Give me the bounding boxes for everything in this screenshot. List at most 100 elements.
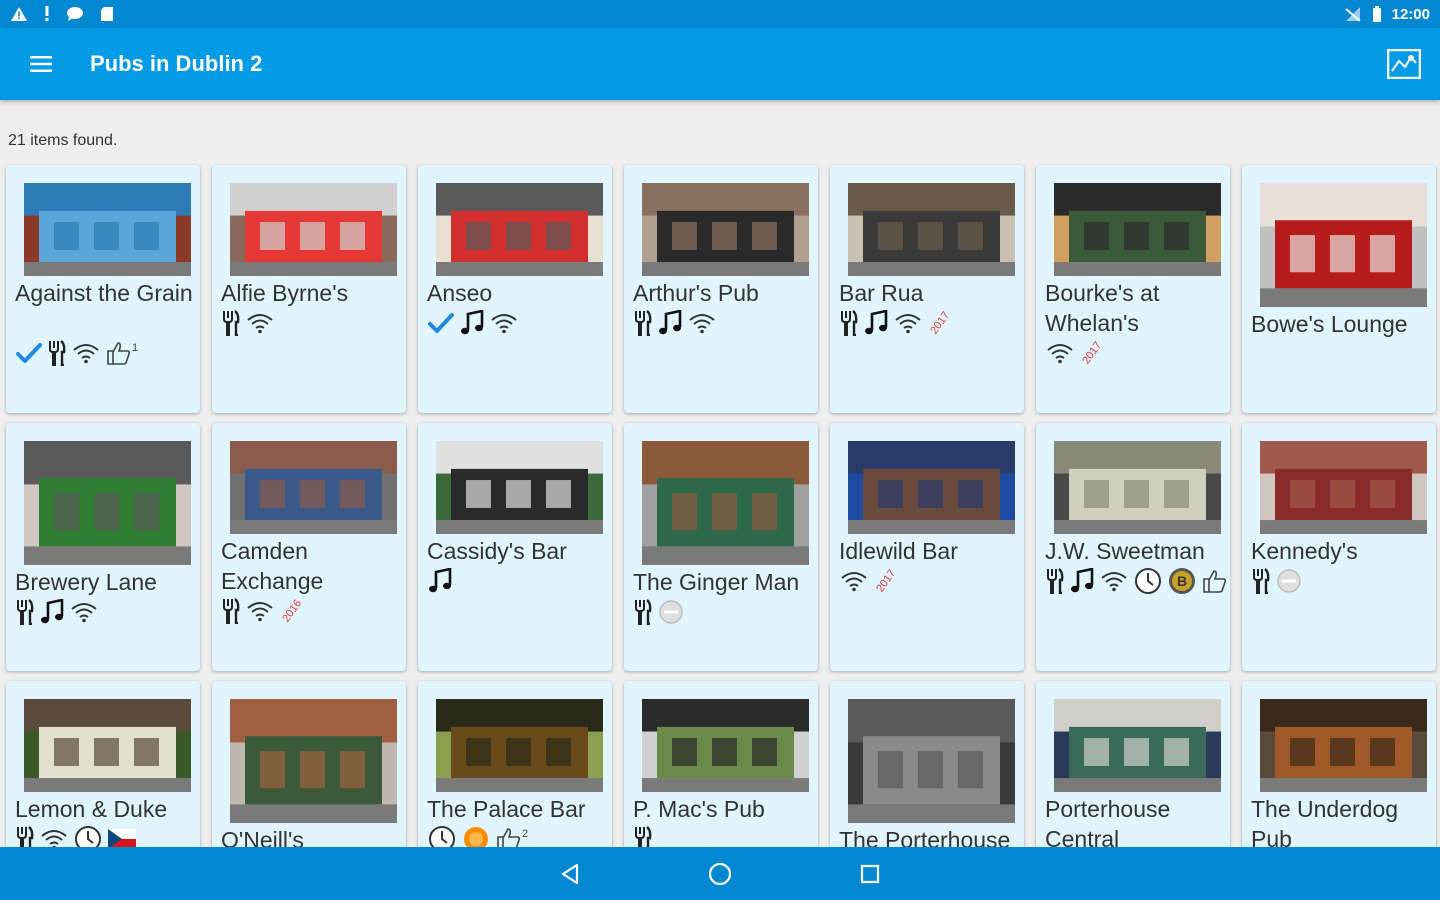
pub-card[interactable]: Brewery Lane xyxy=(6,423,200,671)
thumbs-up-icon xyxy=(1202,568,1228,594)
pub-card[interactable]: The Porterhouse xyxy=(830,681,1024,847)
wifi-icon xyxy=(246,600,274,622)
wifi-icon xyxy=(246,312,274,334)
pub-name: Camden Exchange xyxy=(221,538,324,594)
year-tag: 2017 xyxy=(928,309,953,337)
pub-photo xyxy=(1260,699,1427,792)
pub-name: Kennedy's xyxy=(1251,538,1358,564)
check-icon xyxy=(428,312,454,334)
pub-card[interactable]: Camden Exchange 2016 xyxy=(212,423,406,671)
pub-name: The Porterhouse xyxy=(839,827,1011,847)
system-status: 12:00 xyxy=(1344,6,1430,23)
cutlery-icon xyxy=(840,310,858,336)
pub-name: Bourke's at Whelan's xyxy=(1045,280,1160,336)
thumbs-count: 2 xyxy=(522,828,529,840)
cutlery-icon xyxy=(48,340,66,366)
pub-card[interactable]: The Palace Bar 2 xyxy=(418,681,612,847)
pub-photo xyxy=(642,699,809,792)
year-tag: 2017 xyxy=(874,567,899,595)
clock-icon xyxy=(428,825,456,847)
clock-time: 12:00 xyxy=(1391,5,1430,23)
pub-features xyxy=(222,308,274,338)
music-note-icon xyxy=(1070,568,1094,594)
pub-features xyxy=(634,308,716,338)
pub-card[interactable]: Kennedy's xyxy=(1242,423,1436,671)
pub-photo xyxy=(848,183,1015,276)
pub-card[interactable]: Arthur's Pub xyxy=(624,165,818,413)
pub-features xyxy=(428,566,452,596)
pub-features: 2016 xyxy=(222,596,304,626)
page-title: Pubs in Dublin 2 xyxy=(90,51,263,76)
map-view-button[interactable] xyxy=(1368,28,1440,100)
music-note-icon xyxy=(460,310,484,336)
pub-features xyxy=(428,308,518,338)
pub-name: Arthur's Pub xyxy=(633,280,759,306)
pub-card[interactable]: The Underdog Pub xyxy=(1242,681,1436,847)
pub-card[interactable]: The Ginger Man xyxy=(624,423,818,671)
pub-card[interactable]: Porterhouse Central xyxy=(1036,681,1230,847)
clock-icon xyxy=(74,825,102,847)
cutlery-icon xyxy=(1046,568,1064,594)
chat-icon xyxy=(66,6,84,22)
menu-button[interactable] xyxy=(0,28,82,100)
pub-card[interactable]: Anseo xyxy=(418,165,612,413)
b-badge-icon: B xyxy=(1168,567,1196,595)
wifi-icon xyxy=(70,601,98,623)
cutlery-icon xyxy=(1252,568,1270,594)
pub-card[interactable]: O'Neill's xyxy=(212,681,406,847)
year-tag: 2016 xyxy=(280,597,305,625)
pub-photo xyxy=(1260,183,1427,307)
pub-photo xyxy=(1054,441,1221,534)
pub-card[interactable]: Bourke's at Whelan's 2017 xyxy=(1036,165,1230,413)
pub-card[interactable]: J.W. Sweetman B xyxy=(1036,423,1230,671)
pub-name: The Underdog Pub xyxy=(1251,796,1399,847)
results-count: 21 items found. xyxy=(8,132,118,149)
pub-name: Idlewild Bar xyxy=(839,538,958,564)
wifi-icon xyxy=(688,312,716,334)
cutlery-icon xyxy=(634,310,652,336)
pub-features: 2017 xyxy=(1046,338,1104,368)
pub-card[interactable]: Lemon & Duke xyxy=(6,681,200,847)
pub-photo xyxy=(642,441,809,565)
pub-photo xyxy=(436,699,603,792)
pub-name: Porterhouse Central xyxy=(1045,796,1171,847)
pub-name: Bar Rua xyxy=(839,280,924,306)
exclamation-icon xyxy=(44,6,50,22)
pub-photo xyxy=(1054,699,1221,792)
navigation-bar xyxy=(0,847,1440,900)
pub-features: 2 xyxy=(428,824,528,847)
pub-card[interactable]: Alfie Byrne's xyxy=(212,165,406,413)
home-button[interactable] xyxy=(700,854,740,894)
wifi-icon xyxy=(1100,570,1128,592)
wifi-icon xyxy=(1046,342,1074,364)
back-button[interactable] xyxy=(550,854,590,894)
pub-card[interactable]: Against the Grain 1 xyxy=(6,165,200,413)
pub-card[interactable]: P. Mac's Pub xyxy=(624,681,818,847)
pub-card[interactable]: Bar Rua 2017 xyxy=(830,165,1024,413)
wifi-icon xyxy=(894,312,922,334)
back-icon xyxy=(560,863,580,885)
pub-features xyxy=(1252,566,1302,596)
cutlery-icon xyxy=(16,826,34,847)
no-entry-icon xyxy=(658,599,684,625)
pub-features xyxy=(16,597,98,627)
thumbs-up-icon xyxy=(496,826,522,847)
pub-card[interactable]: Cassidy's Bar xyxy=(418,423,612,671)
pub-card[interactable]: Bowe's Lounge xyxy=(1242,165,1436,413)
battery-icon xyxy=(1372,6,1382,22)
recents-button[interactable] xyxy=(850,854,890,894)
pub-name: P. Mac's Pub xyxy=(633,796,765,822)
status-bar: 12:00 xyxy=(0,0,1440,28)
pub-name: Brewery Lane xyxy=(15,569,157,595)
cutlery-icon xyxy=(634,599,652,625)
pub-photo xyxy=(230,441,397,534)
cutlery-icon xyxy=(222,598,240,624)
pub-photo xyxy=(24,183,191,276)
year-tag: 2017 xyxy=(1080,339,1105,367)
thumbs-up-icon xyxy=(106,340,132,366)
pub-card[interactable]: Idlewild Bar 2017 xyxy=(830,423,1024,671)
music-note-icon xyxy=(428,568,452,594)
pub-photo xyxy=(1054,183,1221,276)
no-signal-icon xyxy=(1344,6,1362,22)
sd-card-icon xyxy=(100,6,114,22)
